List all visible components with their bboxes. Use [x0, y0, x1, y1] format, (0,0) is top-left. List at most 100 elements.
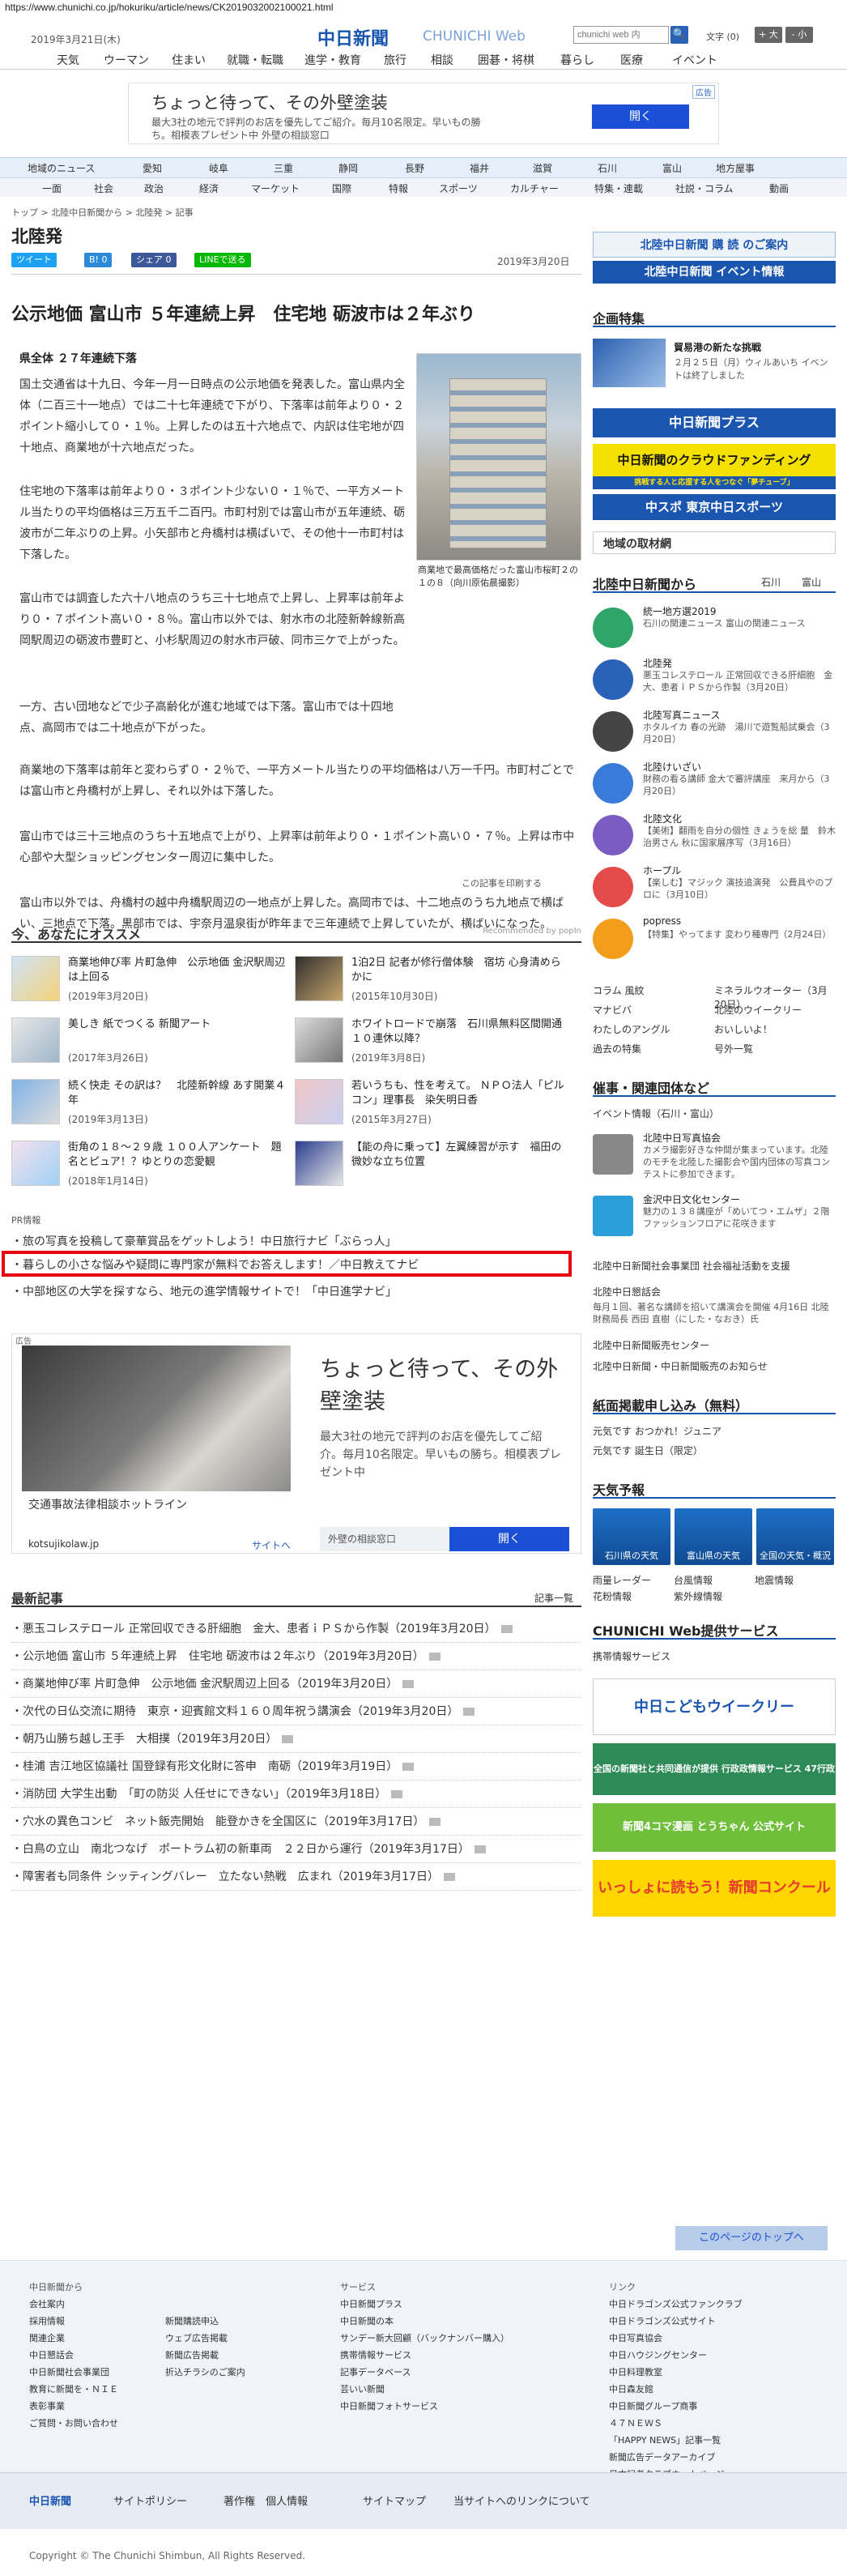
manga-banner[interactable]: 新聞4コマ漫画 とうちゃん 公式サイト: [593, 1803, 836, 1852]
site-logo[interactable]: 中日新聞: [317, 24, 389, 50]
catnav-item[interactable]: 岐阜: [209, 161, 228, 175]
footer-col-item[interactable]: サンデー新大回顧（バックナンバー購入）: [340, 2330, 509, 2347]
side-item-title[interactable]: 北陸写真ニュース: [643, 708, 720, 722]
footer-col-item[interactable]: ご質問・お問い合わせ: [29, 2415, 118, 2432]
side-item[interactable]: popress 【特集】やってます 変わり種専門（2月24日）: [593, 915, 836, 967]
sidebar-link[interactable]: コラム 風紋: [593, 983, 714, 997]
browser-url[interactable]: https://www.chunichi.co.jp/hokuriku/arti…: [0, 0, 847, 16]
recommend-thumbnail[interactable]: [11, 1079, 60, 1124]
org-link[interactable]: 北陸中日新聞・中日新聞販売のお知らせ: [593, 1359, 836, 1373]
catnav-item[interactable]: 国際: [332, 181, 351, 195]
weather-link[interactable]: 地震情報: [755, 1573, 836, 1587]
kikaku-item-title[interactable]: 貿易港の新たな挑戦: [674, 340, 761, 354]
side-item[interactable]: 北陸写真ニュース ホタルイカ 春の光跡 湯川で遊覧船試乗会（3月20日）: [593, 708, 836, 760]
latest-item[interactable]: ・朝乃山勝ち越し王手 大相撲（2019年3月20日）: [11, 1725, 581, 1753]
footer-col-item[interactable]: 携帯情報サービス: [340, 2347, 509, 2364]
breadcrumb[interactable]: トップ > 北陸中日新聞から > 北陸発 > 記事: [11, 206, 194, 219]
catnav-item[interactable]: マーケット: [251, 181, 300, 195]
side-item-desc[interactable]: 【楽しむ】マジック 演技追演発 公費具やのブロに（3月10日）: [643, 876, 836, 901]
catnav-item[interactable]: 政治: [144, 181, 164, 195]
latest-item[interactable]: ・次代の日仏交流に期待 東京・迎賓館文料１６０周年祝う講演会（2019年3月20…: [11, 1698, 581, 1725]
local-bureau-link[interactable]: 地域の取材網: [593, 531, 836, 554]
topnav-item[interactable]: 相談: [431, 52, 453, 68]
footer-bottom-link[interactable]: サイトポリシー: [113, 2493, 187, 2508]
sidebar-link[interactable]: 号外一覧: [714, 1042, 836, 1056]
footer-col-item[interactable]: ４７ＮＥＷＳ: [609, 2415, 743, 2432]
catnav-item[interactable]: 経済: [199, 181, 219, 195]
footer-col-item[interactable]: 表彰事業: [29, 2398, 118, 2415]
catnav-item[interactable]: 富山: [662, 161, 682, 175]
footer-col-item[interactable]: 記事データベース: [340, 2364, 509, 2381]
footer-col-item[interactable]: 新聞広告データアーカイブ: [609, 2449, 743, 2466]
sidebar-link[interactable]: マナビバ: [593, 1003, 714, 1017]
recommend-thumbnail[interactable]: [11, 956, 60, 1001]
footer-col-item[interactable]: 中日新聞グループ商事: [609, 2398, 743, 2415]
topnav-item[interactable]: 進学・教育: [304, 52, 361, 68]
side-item[interactable]: 北陸発 悪玉コレステロール 正常回収できる肝細胞 金大、患者ｉＰＳから作製（3月2…: [593, 656, 836, 708]
paper-link[interactable]: 元気です おつかれ！ジュニア: [593, 1424, 836, 1438]
facebook-share-button[interactable]: シェア 0: [131, 253, 177, 267]
topnav-item[interactable]: 暮らし: [560, 52, 594, 68]
chunichi-plus-banner[interactable]: 中日新聞プラス: [593, 408, 836, 437]
latest-item-text[interactable]: ・商業地伸び率 片町急伸 公示地価 金沢駅周辺上回る（2019年3月20日）: [11, 1678, 398, 1691]
font-up-button[interactable]: + 大: [755, 27, 782, 43]
pr-link-text[interactable]: 旅の写真を投稿して豪華賞品をゲットしよう！中日旅行ナビ「ぶらっ人」: [23, 1235, 397, 1248]
event-info-banner[interactable]: 北陸中日新聞 イベント情報: [593, 261, 836, 284]
footer-col-item[interactable]: 中日懇話会: [29, 2347, 118, 2364]
chuspo-banner[interactable]: 中スポ 東京中日スポーツ: [593, 494, 836, 520]
weather-tile[interactable]: 石川県の天気: [593, 1508, 670, 1565]
footer-bottom-link[interactable]: 当サイトへのリンクについて: [453, 2493, 590, 2508]
side-item-title[interactable]: 統一地方選2019: [643, 604, 717, 618]
latest-item[interactable]: ・桂浦 吉江地区協議社 国登録有形文化財に答申 南砺（2019年3月19日）: [11, 1753, 581, 1781]
latest-item[interactable]: ・悪玉コレステロール 正常回収できる肝細胞 金大、患者ｉＰＳから作製（2019年…: [11, 1615, 581, 1643]
catnav-item[interactable]: カルチャー: [510, 181, 559, 195]
latest-item-text[interactable]: ・白鳥の立山 南北つなげ ポートラム初の新車両 ２２日から運行（2019年3月1…: [11, 1843, 470, 1856]
recommend-item[interactable]: 続く快走 その訳は？ 北陸新幹線 あす開業４年 (2019年3月13日): [11, 1077, 287, 1129]
recommend-item[interactable]: 若いうちも、性を考えて。 ＮＰＯ法人「ピルコン」理事長 染矢明日香 (2015年3…: [295, 1077, 570, 1129]
recommend-item-title[interactable]: 1泊2日 記者が修行僧体験 宿坊 心身清めらかに: [351, 956, 570, 985]
footer-bottom-link[interactable]: 個人情報: [266, 2493, 308, 2508]
recommend-thumbnail[interactable]: [295, 1079, 343, 1124]
latest-item[interactable]: ・穴水の異色コンビ ネット飯売開始 能登かきを全国区に（2019年3月17日）: [11, 1808, 581, 1836]
weather-tile[interactable]: 全国の天気・概況: [756, 1508, 834, 1565]
recommend-item[interactable]: 美しき 紙でつくる 新聞アート (2017年3月26日): [11, 1016, 287, 1068]
footer-col-item[interactable]: 採用情報: [29, 2313, 118, 2330]
catnav-item[interactable]: 地方屋事: [716, 161, 755, 175]
side-item[interactable]: 北陸けいざい 財務の看る講師 金大で審評講座 来月から（3月20日）: [593, 760, 836, 812]
footer-col-item[interactable]: 中日新聞から: [29, 2279, 118, 2296]
font-down-button[interactable]: - 小: [785, 27, 813, 43]
topnav-item[interactable]: イベント: [672, 52, 717, 68]
pr-link[interactable]: ・旅の写真を投稿して豪華賞品をゲットしよう！中日旅行ナビ「ぶらっ人」: [11, 1233, 397, 1249]
pr-link-text[interactable]: 中部地区の大学を探すなら、地元の進学情報サイトで！「中日進学ナビ」: [23, 1286, 397, 1299]
org-item[interactable]: 北陸中日写真協会 カメラ撮影好きな仲間が集まっています。北陸のモチを北陸した撮影会…: [593, 1131, 836, 1189]
footer-col-item[interactable]: 中日写真協会: [609, 2330, 743, 2347]
catnav-item[interactable]: 動画: [769, 181, 789, 195]
side-item-desc[interactable]: 【美術】翻雨を自分の個性 きょうを総 量 鈴木治男さん 秋に国家展序写（3月16…: [643, 825, 836, 849]
service-link[interactable]: 携帯情報サービス: [593, 1649, 836, 1663]
subscribe-banner[interactable]: 北陸中日新聞 購 読 のご案内: [593, 232, 836, 258]
sidebar-link[interactable]: わたしのアングル: [593, 1022, 714, 1036]
footer-col-item[interactable]: 新聞購読申込: [165, 2313, 245, 2330]
crowdfunding-banner[interactable]: 中日新聞のクラウドファンディング: [593, 444, 836, 476]
catnav-item[interactable]: 滋賀: [533, 161, 552, 175]
weather-tile[interactable]: 富山県の天気: [675, 1508, 752, 1565]
footer-col-item[interactable]: 中日新聞プラス: [340, 2296, 509, 2313]
side-item-title[interactable]: 北陸発: [643, 656, 672, 670]
org-link[interactable]: 北陸中日懇話会: [593, 1285, 836, 1299]
recommend-thumbnail[interactable]: [11, 1017, 60, 1063]
ad-image[interactable]: [22, 1346, 291, 1491]
catnav-item[interactable]: 愛知: [143, 161, 162, 175]
catnav-item[interactable]: 福井: [470, 161, 489, 175]
footer-bottom-link[interactable]: サイトマップ: [363, 2493, 426, 2508]
latest-more-link[interactable]: 記事一覧: [534, 1591, 573, 1605]
sidebar-link[interactable]: おいしいよ！: [714, 1022, 836, 1036]
recommend-item-title[interactable]: 美しき 紙でつくる 新聞アート: [68, 1017, 287, 1032]
sidebar-link[interactable]: 北陸のウイークリー: [714, 1003, 836, 1017]
latest-item[interactable]: ・消防団 大学生出動 「町の防災 人任せにできない」（2019年3月18日）: [11, 1781, 581, 1808]
side-item-desc[interactable]: 財務の看る講師 金大で審評講座 来月から（3月20日）: [643, 773, 836, 797]
catnav-item[interactable]: 特集・連載: [594, 181, 643, 195]
catnav-item[interactable]: スポーツ: [439, 181, 478, 195]
latest-item-text[interactable]: ・障害者も同条件 シッティングバレー 立たない熱戦 広まれ（2019年3月17日…: [11, 1870, 439, 1883]
recommend-thumbnail[interactable]: [295, 956, 343, 1001]
from-tab-ishikawa[interactable]: 石川: [761, 575, 781, 589]
